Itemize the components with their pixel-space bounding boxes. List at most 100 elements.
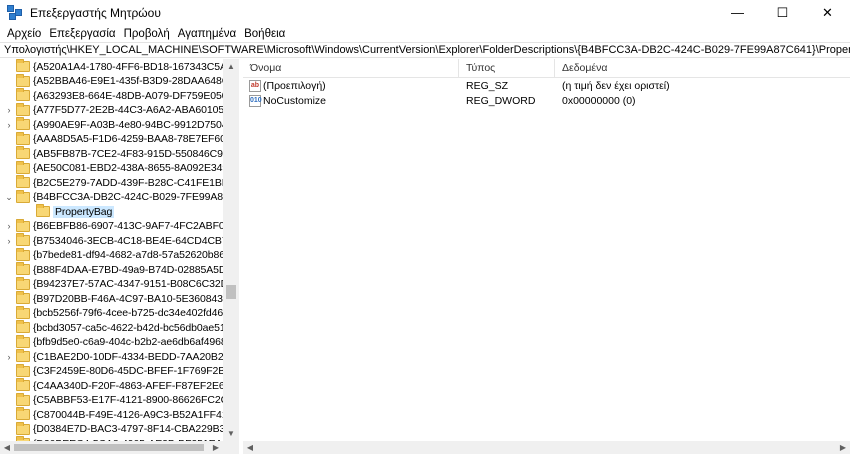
folder-icon bbox=[16, 349, 30, 362]
tree-item[interactable]: {B88F4DAA-E7BD-49a9-B74D-02885A5DC765} bbox=[0, 262, 238, 277]
folder-icon bbox=[16, 160, 30, 174]
expander-placeholder bbox=[4, 393, 14, 408]
scroll-left-arrow-icon[interactable]: ◀ bbox=[0, 441, 14, 454]
value-data: 0x00000000 (0) bbox=[562, 95, 636, 107]
expander-placeholder bbox=[4, 378, 14, 393]
expand-chevron-icon[interactable]: › bbox=[4, 349, 14, 364]
column-header-name[interactable]: Όνομα bbox=[243, 59, 459, 78]
column-header-type[interactable]: Τύπος bbox=[459, 59, 555, 78]
expander-placeholder bbox=[4, 320, 14, 335]
folder-icon bbox=[16, 392, 30, 406]
tree-item[interactable]: {B97D20BB-F46A-4C97-BA10-5E3608430854} bbox=[0, 291, 239, 306]
tree-item[interactable]: {B2C5E279-7ADD-439F-B28C-C41FE1BBF672} bbox=[0, 175, 238, 190]
tree-vertical-scrollbar[interactable]: ▲ ▼ bbox=[223, 59, 239, 441]
tree-item[interactable]: {A520A1A4-1780-4FF6-BD18-167343C5AF16} bbox=[0, 59, 238, 74]
menu-view[interactable]: Προβολή bbox=[120, 28, 174, 40]
menu-help[interactable]: Βοήθεια bbox=[240, 28, 289, 40]
tree-item[interactable]: {AE50C081-EBD2-438A-8655-8A092E34987A} bbox=[0, 160, 238, 176]
expander-placeholder bbox=[4, 364, 14, 379]
tree-horizontal-scrollbar[interactable]: ◀ ▶ bbox=[0, 441, 223, 454]
expander-placeholder bbox=[4, 74, 14, 89]
tree-vertical-scroll-thumb[interactable] bbox=[226, 285, 236, 299]
tree-item[interactable]: {bfb9d5e0-c6a9-404c-b2b2-ae6db6af4968} bbox=[0, 334, 231, 350]
tree-item[interactable]: {A63293E8-664E-48DB-A079-DF759E0509F7} bbox=[0, 88, 238, 103]
tree-item[interactable]: {C5ABBF53-E17F-4121-8900-86626FC2C973} bbox=[0, 392, 238, 408]
minimize-button[interactable]: — bbox=[715, 0, 760, 25]
binary-value-icon: 010 bbox=[249, 95, 262, 107]
folder-icon bbox=[16, 102, 30, 116]
tree-item[interactable]: {AAA8D5A5-F1D6-4259-BAA8-78E7EF60835E} bbox=[0, 131, 238, 147]
folder-icon bbox=[16, 262, 30, 275]
folder-icon bbox=[16, 320, 30, 333]
expand-chevron-icon[interactable]: › bbox=[4, 103, 14, 118]
folder-icon bbox=[16, 59, 30, 72]
folder-icon bbox=[16, 305, 30, 319]
menu-favorites[interactable]: Αγαπημένα bbox=[174, 28, 240, 40]
tree-item[interactable]: › {B6EBFB86-6907-413C-9AF7-4FC2ABF07CC5} bbox=[0, 218, 239, 234]
expand-chevron-icon[interactable]: › bbox=[4, 219, 14, 234]
tree-item-label: {B97D20BB-F46A-4C97-BA10-5E3608430854} bbox=[33, 292, 239, 305]
scroll-up-arrow-icon[interactable]: ▲ bbox=[223, 59, 239, 74]
tree-item[interactable]: {C4AA340D-F20F-4863-AFEF-F87EF2E6BA25} bbox=[0, 378, 239, 393]
tree-item-label: {bfb9d5e0-c6a9-404c-b2b2-ae6db6af4968} bbox=[33, 336, 231, 348]
tree-item[interactable]: {b7bede81-df94-4682-a7d8-57a52620b86f} bbox=[0, 247, 231, 263]
expand-chevron-icon[interactable]: › bbox=[4, 233, 14, 248]
value-data: (η τιμή δεν έχει οριστεί) bbox=[562, 80, 670, 92]
folder-icon bbox=[16, 73, 30, 87]
tree-item[interactable]: › {B7534046-3ECB-4C18-BE4E-64CD4CB7D6AC} bbox=[0, 233, 238, 248]
folder-icon bbox=[16, 233, 30, 246]
tree-item[interactable]: {C3F2459E-80D6-45DC-BFEF-1F769F2BE730} bbox=[0, 363, 239, 379]
scroll-down-arrow-icon[interactable]: ▼ bbox=[223, 426, 239, 441]
list-horizontal-scrollbar[interactable]: ◀ ▶ bbox=[243, 441, 850, 454]
maximize-button[interactable]: ☐ bbox=[760, 0, 805, 25]
expander-placeholder bbox=[4, 291, 14, 306]
folder-icon bbox=[16, 175, 30, 188]
expander-placeholder bbox=[4, 248, 14, 263]
tree-item[interactable]: PropertyBag bbox=[0, 204, 115, 219]
value-row[interactable]: 010 NoCustomize REG_DWORD 0x00000000 (0) bbox=[243, 94, 850, 109]
registry-editor-icon bbox=[7, 4, 23, 21]
menu-edit[interactable]: Επεξεργασία bbox=[45, 28, 119, 40]
expand-chevron-icon[interactable]: ⌄ bbox=[4, 190, 14, 205]
tree-item-label: {bcbd3057-ca5c-4622-b42d-bc56db0ae516} bbox=[33, 321, 235, 334]
scroll-right-arrow-icon[interactable]: ▶ bbox=[836, 441, 850, 454]
tree-item[interactable]: {bcb5256f-79f6-4cee-b725-dc34e402fd46} bbox=[0, 305, 227, 321]
value-type: REG_DWORD bbox=[466, 95, 536, 107]
expander-placeholder bbox=[4, 175, 14, 190]
expand-chevron-icon[interactable]: › bbox=[4, 117, 14, 132]
expander-placeholder bbox=[4, 306, 14, 321]
folder-icon bbox=[16, 88, 30, 101]
folder-icon bbox=[16, 189, 30, 203]
tree-item[interactable]: › {A990AE9F-A03B-4e80-94BC-9912D7504104} bbox=[0, 117, 238, 132]
tree-item[interactable]: {bcbd3057-ca5c-4622-b42d-bc56db0ae516} bbox=[0, 320, 235, 335]
address-bar[interactable]: Υπολογιστής\HKEY_LOCAL_MACHINE\SOFTWARE\… bbox=[0, 42, 850, 58]
expander-placeholder bbox=[4, 88, 14, 103]
tree-item[interactable]: › {A77F5D77-2E2B-44C3-A6A2-ABA601054A51} bbox=[0, 102, 238, 118]
scroll-right-arrow-icon[interactable]: ▶ bbox=[209, 441, 223, 454]
tree-item-label: {B4BFCC3A-DB2C-424C-B029-7FE99A87C641} bbox=[33, 191, 239, 203]
tree-item-label: {C3F2459E-80D6-45DC-BFEF-1F769F2BE730} bbox=[33, 365, 239, 377]
tree-item[interactable]: ⌄ {B4BFCC3A-DB2C-424C-B029-7FE99A87C641} bbox=[0, 189, 239, 205]
tree-item[interactable]: {AB5FB87B-7CE2-4F83-915D-550846C9537B} bbox=[0, 146, 239, 161]
folder-icon bbox=[16, 146, 30, 159]
expander-placeholder bbox=[4, 262, 14, 277]
list-header: Όνομα Τύπος Δεδομένα bbox=[243, 59, 850, 78]
close-button[interactable]: ✕ bbox=[805, 0, 850, 25]
column-header-data[interactable]: Δεδομένα bbox=[555, 59, 850, 78]
tree-horizontal-scroll-thumb[interactable] bbox=[14, 444, 204, 451]
scroll-left-arrow-icon[interactable]: ◀ bbox=[243, 441, 257, 454]
tree-item[interactable]: {B94237E7-57AC-4347-9151-B08C6C32D1F7} bbox=[0, 276, 238, 292]
tree-item-label: {C4AA340D-F20F-4863-AFEF-F87EF2E6BA25} bbox=[33, 379, 239, 392]
tree-item-label: {B6EBFB86-6907-413C-9AF7-4FC2ABF07CC5} bbox=[33, 220, 239, 232]
tree-item[interactable]: {D0384E7D-BAC3-4797-8F14-CBA229B392B5} bbox=[0, 421, 238, 437]
string-value-icon: ab bbox=[249, 80, 261, 92]
expander-placeholder bbox=[4, 161, 14, 176]
menu-file[interactable]: Αρχείο bbox=[3, 28, 45, 40]
tree-item[interactable]: {A52BBA46-E9E1-435f-B3D9-28DAA648C0F6} bbox=[0, 73, 238, 89]
tree-item[interactable]: {C870044B-F49E-4126-A9C3-B52A1FF411E8} bbox=[0, 407, 238, 422]
window-title: Επεξεργαστής Μητρώου bbox=[30, 5, 161, 20]
tree-item[interactable]: › {C1BAE2D0-10DF-4334-BEDD-7AA20B227A9D} bbox=[0, 349, 238, 364]
menu-bar: Αρχείο Επεξεργασία Προβολή Αγαπημένα Βοή… bbox=[0, 25, 850, 43]
tree-item-label: {AB5FB87B-7CE2-4F83-915D-550846C9537B} bbox=[33, 147, 239, 160]
value-row[interactable]: ab (Προεπιλογή) REG_SZ (η τιμή δεν έχει … bbox=[243, 79, 850, 94]
